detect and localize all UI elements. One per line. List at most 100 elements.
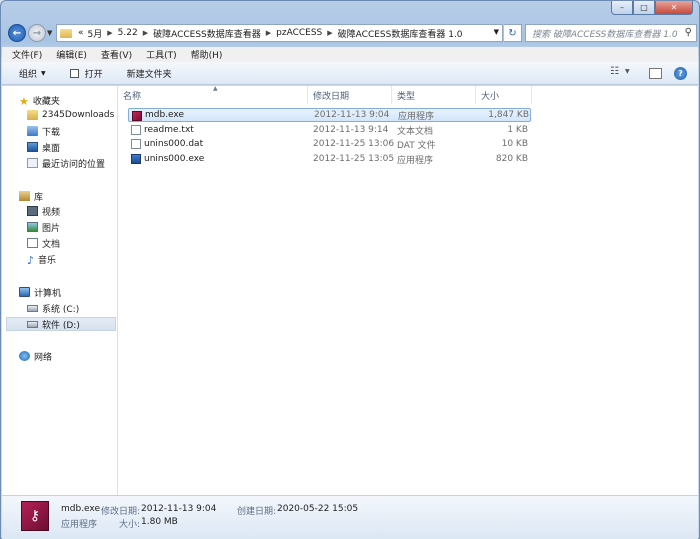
open-button[interactable]: 打开 — [69, 67, 103, 80]
forward-button[interactable]: → — [28, 24, 46, 42]
arrow-right-icon: → — [32, 27, 42, 39]
refresh-icon: ↻ — [508, 27, 517, 39]
address-bar[interactable]: « 5月 ▶ 5.22 ▶ 破障ACCESS数据库查看器 ▶ pzACCESS … — [56, 24, 503, 42]
document-library-icon — [27, 238, 38, 248]
help-icon[interactable]: ? — [674, 67, 687, 80]
new-folder-button[interactable]: 新建文件夹 — [127, 67, 172, 80]
file-list: 名称 ▲ 修改日期 类型 大小 mdb.exe 2012-11-13 9:04 … — [118, 85, 698, 495]
column-label: 名称 — [123, 91, 142, 102]
sort-ascending-icon: ▲ — [213, 85, 218, 92]
breadcrumb-separator-icon[interactable]: ▶ — [327, 29, 332, 37]
file-type: 应用程序 — [397, 155, 434, 166]
nav-label: 音乐 — [38, 255, 57, 266]
nav-computer[interactable]: 计算机 — [19, 285, 61, 299]
nav-item-music[interactable]: ♪ 音乐 — [27, 252, 57, 267]
menu-file[interactable]: 文件(F) — [12, 48, 42, 61]
breadcrumb-separator-icon[interactable]: ▶ — [107, 29, 112, 37]
minimize-button[interactable]: – — [611, 1, 633, 15]
column-label: 大小 — [481, 91, 500, 102]
nav-label: 网络 — [34, 352, 53, 363]
column-label: 修改日期 — [313, 91, 350, 102]
nav-item-drive-c[interactable]: 系统 (C:) — [27, 301, 79, 315]
preview-pane-icon[interactable] — [649, 68, 662, 79]
open-label: 打开 — [84, 69, 103, 80]
breadcrumb-item[interactable]: 5.22 — [118, 28, 138, 38]
column-header-type[interactable]: 类型 — [392, 86, 476, 104]
details-created-label: 创建日期: — [237, 507, 277, 517]
desktop-icon — [27, 142, 38, 152]
close-button[interactable]: ✕ — [655, 1, 693, 15]
picture-library-icon — [27, 222, 38, 232]
search-icon[interactable]: ⚲ — [685, 27, 692, 38]
nav-item-drive-d[interactable]: 软件 (D:) — [6, 317, 116, 331]
nav-label: 最近访问的位置 — [42, 159, 106, 170]
menu-tools[interactable]: 工具(T) — [146, 48, 177, 61]
breadcrumb-item[interactable]: 破障ACCESS数据库查看器 1.0 — [338, 27, 463, 40]
nav-item-2345downloads[interactable]: 2345Downloads — [27, 108, 114, 122]
column-label: 类型 — [397, 91, 416, 102]
change-view-button[interactable]: ☷ ▼ — [610, 66, 630, 77]
nav-label: 系统 (C:) — [42, 304, 80, 315]
file-date: 2012-11-25 13:05 — [313, 154, 395, 164]
details-size-label: 大小: — [119, 520, 141, 530]
nav-favorites[interactable]: ★ 收藏夹 — [19, 93, 60, 108]
details-created-value: 2020-05-22 15:05 — [277, 504, 359, 514]
nav-label: 计算机 — [34, 288, 62, 299]
menu-help[interactable]: 帮助(H) — [191, 48, 223, 61]
folder-icon — [60, 28, 72, 38]
details-size-value: 1.80 MB — [141, 517, 178, 527]
nav-item-documents[interactable]: 文档 — [27, 236, 60, 250]
star-icon: ★ — [19, 95, 29, 108]
breadcrumb-item[interactable]: 破障ACCESS数据库查看器 — [153, 27, 261, 40]
refresh-button[interactable]: ↻ — [504, 24, 522, 42]
breadcrumb-separator-icon[interactable]: ▶ — [266, 29, 271, 37]
breadcrumb-separator-icon[interactable]: ▶ — [143, 29, 148, 37]
chevron-down-icon[interactable]: ▼ — [494, 28, 499, 36]
nav-item-downloads[interactable]: 下载 — [27, 124, 60, 138]
recent-places-icon — [27, 158, 38, 168]
breadcrumb-item[interactable]: 5月 — [88, 27, 103, 40]
nav-label: 库 — [34, 192, 44, 203]
file-size: 1,847 KB — [488, 110, 529, 120]
column-header-date[interactable]: 修改日期 — [308, 86, 392, 104]
nav-label: 下载 — [42, 127, 61, 138]
video-library-icon — [27, 206, 38, 216]
column-header-name[interactable]: 名称 ▲ — [118, 85, 308, 104]
chevron-down-icon: ▼ — [41, 69, 46, 77]
file-name: unins000.dat — [144, 139, 204, 149]
file-row[interactable]: mdb.exe 2012-11-13 9:04 应用程序 1,847 KB — [128, 108, 531, 122]
caption-buttons: – □ ✕ — [611, 1, 693, 15]
breadcrumb-overflow[interactable]: « — [78, 28, 84, 38]
nav-libraries[interactable]: 库 — [19, 189, 43, 203]
music-note-icon: ♪ — [27, 254, 35, 267]
nav-item-pictures[interactable]: 图片 — [27, 220, 60, 234]
nav-item-recent-places[interactable]: 最近访问的位置 — [27, 156, 105, 170]
menu-view[interactable]: 查看(V) — [101, 48, 132, 61]
view-list-icon: ☷ — [610, 66, 619, 77]
search-input[interactable]: 搜索 破障ACCESS数据库查看器 1.0 ⚲ — [525, 24, 697, 42]
breadcrumb-item[interactable]: pzACCESS — [276, 28, 322, 38]
nav-label: 2345Downloads — [42, 110, 115, 120]
chevron-down-icon: ▼ — [47, 29, 53, 37]
nav-label: 文档 — [42, 239, 61, 250]
menu-edit[interactable]: 编辑(E) — [56, 48, 87, 61]
folder-icon — [27, 110, 38, 120]
maximize-button[interactable]: □ — [633, 1, 655, 15]
text-file-icon — [131, 125, 141, 135]
new-folder-label: 新建文件夹 — [126, 69, 172, 80]
recent-pages-dropdown[interactable]: ▼ — [47, 29, 52, 37]
command-bar: 组织 ▼ 打开 新建文件夹 ☷ ▼ ? — [2, 62, 698, 85]
organize-button[interactable]: 组织 ▼ — [19, 67, 46, 80]
drive-icon — [27, 320, 38, 328]
file-row[interactable]: unins000.exe 2012-11-25 13:05 应用程序 820 K… — [128, 152, 531, 166]
nav-item-videos[interactable]: 视频 — [27, 204, 60, 218]
back-button[interactable]: ← — [8, 24, 26, 42]
nav-network[interactable]: 网络 — [19, 349, 52, 363]
nav-item-desktop[interactable]: 桌面 — [27, 140, 60, 154]
file-row[interactable]: readme.txt 2012-11-13 9:14 文本文档 1 KB — [128, 123, 531, 137]
file-row[interactable]: unins000.dat 2012-11-25 13:06 DAT 文件 10 … — [128, 137, 531, 151]
explorer-window: – □ ✕ ← → ▼ « 5月 ▶ 5.22 ▶ 破障ACCESS数据库查看器… — [0, 0, 700, 539]
column-header-size[interactable]: 大小 — [476, 86, 532, 104]
system-drive-icon — [27, 304, 38, 312]
details-modified-value: 2012-11-13 9:04 — [141, 504, 217, 514]
